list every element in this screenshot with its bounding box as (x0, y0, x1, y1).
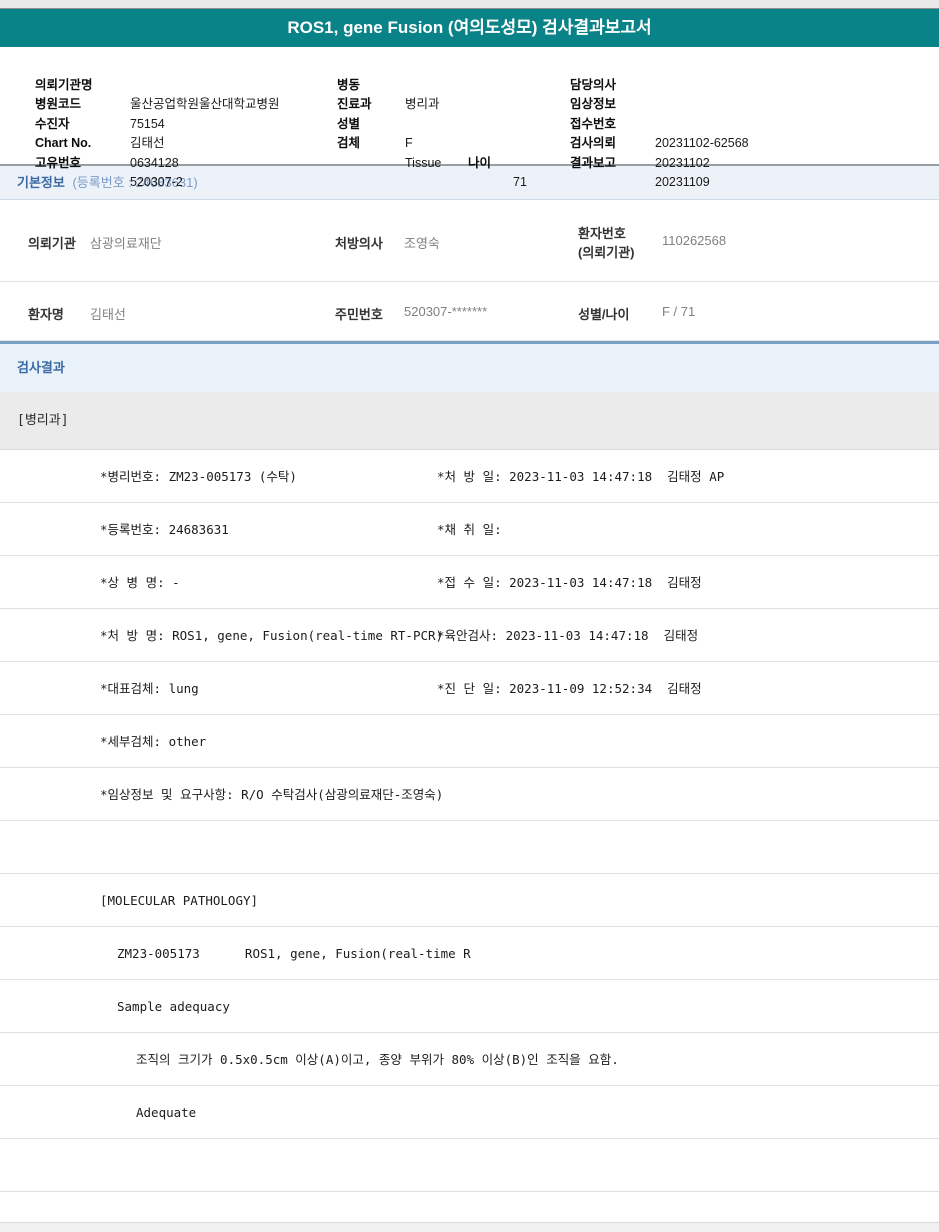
header-field: 수진자 김태선 (35, 95, 335, 151)
field-value: F (405, 136, 413, 150)
field-label: 주민번호 (335, 307, 383, 322)
field-value: 김태선 (90, 307, 126, 322)
report-header-info: 의뢰기관명 울산공업학원울산대학교병원 병원코드 75154 수진자 김태선 C… (0, 47, 939, 190)
result-field-left: *임상정보 및 요구사항: R/O 수탁검사(삼광의료재단-조영숙) (100, 787, 444, 802)
result-row: *임상정보 및 요구사항: R/O 수탁검사(삼광의료재단-조영숙) (0, 768, 939, 821)
result-field-left: *세부검체: other (100, 734, 207, 749)
result-row-empty (0, 1139, 939, 1192)
header-field: Chart No. 0634128 (35, 115, 335, 170)
field-value: 0634128 (130, 155, 179, 170)
table-row: 환자명 김태선 주민번호 520307-******* 성별/나이 F / 71 (0, 282, 939, 341)
result-row: 조직의 크기가 0.5x0.5cm 이상(A)이고, 종양 부위가 80% 이상… (0, 1033, 939, 1086)
result-field-left: *대표검체: lung (100, 681, 199, 696)
header-field: 성별 F 나이 71 (337, 95, 567, 190)
header-field: 담당의사 (570, 56, 930, 92)
header-field: 의뢰기관명 울산공업학원울산대학교병원 (35, 56, 335, 112)
field-value: 20231102 (655, 155, 710, 170)
result-row: *대표검체: lung *진 단 일: 2023-11-09 12:52:34 … (0, 662, 939, 715)
header-field: 결과보고 20231109 (570, 134, 930, 190)
result-row: ZM23-005173 ROS1, gene, Fusion(real-time… (0, 927, 939, 980)
result-row-empty (0, 821, 939, 874)
result-field-left: Sample adequacy (117, 999, 230, 1014)
result-field-left: *병리번호: ZM23-005173 (수탁) (100, 469, 297, 484)
report-title-bar: ROS1, gene Fusion (여의도성모) 검사결과보고서 (0, 9, 939, 47)
department-row: [병리과] (0, 392, 939, 450)
header-field: 검체 Tissue (337, 115, 567, 170)
table-row: 의뢰기관 삼광의료재단 처방의사 조영숙 환자번호 (의뢰기관) 1102625… (0, 200, 939, 282)
result-field-right: *육안검사: 2023-11-03 14:47:18 김태정 (437, 628, 699, 643)
section-title: 검사결과 (17, 360, 65, 375)
field-label: 고유번호 (35, 155, 82, 170)
header-field: 검사의뢰 20231102 (570, 115, 930, 170)
field-value: 520307-******* (404, 304, 488, 319)
header-field: 병동 병리과 (337, 56, 567, 112)
header-field: 고유번호 520307-2 (35, 134, 335, 190)
field-value: 110262568 (662, 233, 727, 248)
result-row: [MOLECULAR PATHOLOGY] (0, 874, 939, 927)
result-field-right: *접 수 일: 2023-11-03 14:47:18 김태정 (437, 575, 702, 590)
field-label: 환자명 (28, 307, 64, 322)
result-row: *병리번호: ZM23-005173 (수탁) *처 방 일: 2023-11-… (0, 450, 939, 503)
result-field-right: *진 단 일: 2023-11-09 12:52:34 김태정 (437, 681, 702, 696)
field-value: 조영숙 (404, 236, 440, 251)
results-list: *병리번호: ZM23-005173 (수탁) *처 방 일: 2023-11-… (0, 450, 939, 1192)
result-field-left: *상 병 명: - (100, 575, 180, 590)
result-row: Adequate (0, 1086, 939, 1139)
result-row: *세부검체: other (0, 715, 939, 768)
header-left-column: 의뢰기관명 울산공업학원울산대학교병원 병원코드 75154 수진자 김태선 C… (35, 56, 335, 190)
result-field-left: ZM23-005173 ROS1, gene, Fusion(real-time… (117, 946, 471, 961)
header-middle-column: 병동 병리과 진료과 성별 F 나이 71 검체 Tissue (337, 56, 567, 190)
field-label: 환자번호 (578, 226, 626, 241)
result-row: Sample adequacy (0, 980, 939, 1033)
result-field-left: *등록번호: 24683631 (100, 522, 229, 537)
field-label: 나이 (468, 155, 492, 170)
department-label: [병리과] (17, 413, 69, 428)
header-field: 임상정보 (570, 76, 930, 111)
footer-gap (0, 1192, 939, 1206)
field-value: Tissue (405, 155, 442, 170)
result-row: *처 방 명: ROS1, gene, Fusion(real-time RT-… (0, 609, 939, 662)
result-field-right: *처 방 일: 2023-11-03 14:47:18 김태정 AP (437, 469, 725, 484)
field-value: 71 (513, 175, 527, 189)
patient-info-table: 의뢰기관 삼광의료재단 처방의사 조영숙 환자번호 (의뢰기관) 1102625… (0, 200, 939, 341)
result-field-right: *채 취 일: (437, 522, 502, 537)
field-value: 520307-2 (130, 175, 183, 189)
field-label: 성별/나이 (578, 307, 630, 322)
result-field-left: [MOLECULAR PATHOLOGY] (100, 893, 259, 908)
field-value: 20231109 (655, 175, 710, 189)
field-label: 결과보고 (570, 155, 617, 170)
field-label: 검체 (337, 136, 361, 150)
page-title: ROS1, gene Fusion (여의도성모) 검사결과보고서 (287, 18, 652, 37)
header-field: 병원코드 75154 (35, 76, 335, 131)
result-field-left: *처 방 명: ROS1, gene, Fusion(real-time RT-… (100, 628, 444, 643)
result-field-left: 조직의 크기가 0.5x0.5cm 이상(A)이고, 종양 부위가 80% 이상… (136, 1052, 619, 1067)
result-row: *상 병 명: - *접 수 일: 2023-11-03 14:47:18 김태… (0, 556, 939, 609)
field-label: 처방의사 (335, 236, 383, 251)
results-section-header: 검사결과 (0, 341, 939, 392)
browser-top-strip (0, 0, 939, 9)
header-field: 진료과 (337, 76, 567, 111)
header-field: 접수번호 20231102-62568 (570, 95, 930, 151)
result-row: *등록번호: 24683631 *채 취 일: (0, 503, 939, 556)
field-value: F / 71 (662, 304, 696, 319)
result-field-left: Adequate (136, 1105, 197, 1120)
field-label: 의뢰기관 (28, 236, 76, 251)
footer-strip (0, 1222, 939, 1232)
header-right-column: 담당의사 임상정보 접수번호 20231102-62568 검사의뢰 20231… (570, 56, 930, 190)
field-value: 삼광의료재단 (90, 236, 162, 251)
field-label: (의뢰기관) (578, 245, 635, 260)
